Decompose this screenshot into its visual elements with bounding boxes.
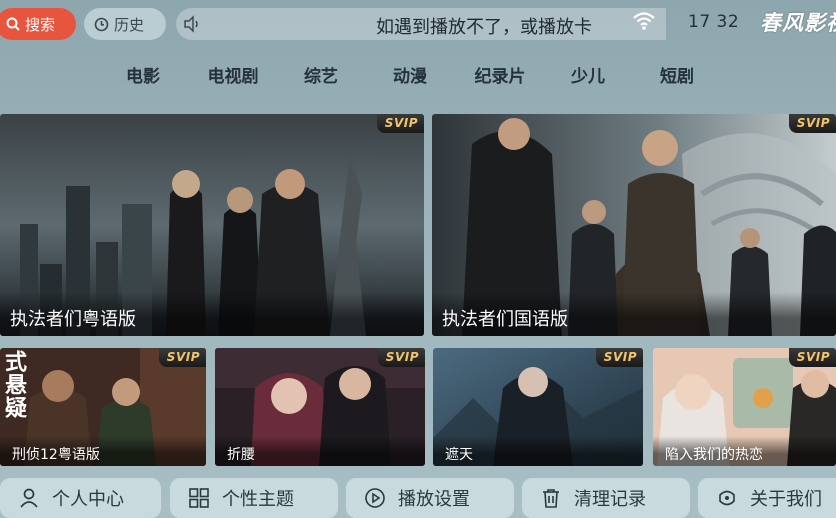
announcement-text: 如遇到播放不了，或播放卡 [376, 17, 592, 38]
card-title: 刑侦12粤语版 [0, 436, 206, 466]
person-icon [18, 487, 40, 509]
clock-icon [94, 17, 109, 32]
playback-settings-label: 播放设置 [398, 489, 470, 510]
about-label: 关于我们 [750, 489, 822, 510]
featured-card[interactable]: SVIP 执法者们粤语版 [0, 114, 424, 336]
card-title: 执法者们国语版 [432, 292, 836, 336]
video-card[interactable]: SVIP 遮天 [433, 348, 643, 466]
featured-card[interactable]: SVIP 执法者们国语版 [432, 114, 836, 336]
tab-movies[interactable]: 电影 [126, 62, 160, 87]
profile-label: 个人中心 [52, 489, 124, 510]
card-title: 陷入我们的热恋 [653, 436, 836, 466]
svip-badge: SVIP [788, 348, 836, 367]
poster-title-art: 式悬疑 [1, 350, 27, 419]
tab-tv-series[interactable]: 电视剧 [208, 62, 259, 87]
theme-label: 个性主题 [222, 489, 294, 510]
brand-logo: 春风影视 [760, 10, 836, 35]
video-card[interactable]: SVIP 折腰 [215, 348, 425, 466]
top-bar: 搜索 历史 如遇到播放不了，或播放卡 17 32 春风影视 [0, 0, 836, 46]
play-circle-icon [364, 487, 386, 509]
category-nav: 电影 电视剧 综艺 动漫 纪录片 少儿 短剧 [0, 62, 836, 90]
tab-variety[interactable]: 综艺 [304, 62, 338, 87]
tab-kids[interactable]: 少儿 [571, 62, 605, 87]
profile-button[interactable]: 个人中心 [0, 478, 161, 518]
clear-history-label: 清理记录 [574, 489, 646, 510]
video-card[interactable]: SVIP 陷入我们的热恋 [653, 348, 836, 466]
tab-anime[interactable]: 动漫 [393, 62, 427, 87]
playback-settings-button[interactable]: 播放设置 [346, 478, 514, 518]
theme-button[interactable]: 个性主题 [170, 478, 338, 518]
svip-badge: SVIP [788, 114, 836, 133]
bottom-menu: 个人中心 个性主题 播放设置 清理记录 关于我们 [0, 476, 836, 518]
card-title: 执法者们粤语版 [0, 292, 424, 336]
svip-badge: SVIP [377, 348, 425, 367]
info-icon [716, 487, 738, 509]
card-title: 折腰 [215, 436, 425, 466]
svip-badge: SVIP [158, 348, 206, 367]
speaker-icon [182, 14, 202, 38]
tab-short-drama[interactable]: 短剧 [660, 62, 694, 87]
history-button[interactable]: 历史 [84, 8, 166, 40]
announcement-marquee: 如遇到播放不了，或播放卡 [176, 8, 666, 40]
search-button[interactable]: 搜索 [0, 8, 76, 40]
video-card[interactable]: 式悬疑 SVIP 刑侦12粤语版 [0, 348, 206, 466]
search-icon [6, 17, 20, 31]
svip-badge: SVIP [595, 348, 643, 367]
wifi-icon [632, 11, 656, 35]
svip-badge: SVIP [376, 114, 424, 133]
clock: 17 32 [688, 12, 740, 32]
clear-history-button[interactable]: 清理记录 [522, 478, 690, 518]
trash-icon [540, 487, 562, 509]
grid-icon [188, 487, 210, 509]
search-label: 搜索 [25, 15, 56, 34]
tab-documentary[interactable]: 纪录片 [475, 62, 526, 87]
card-title: 遮天 [433, 436, 643, 466]
about-button[interactable]: 关于我们 [698, 478, 836, 518]
history-label: 历史 [114, 15, 145, 34]
